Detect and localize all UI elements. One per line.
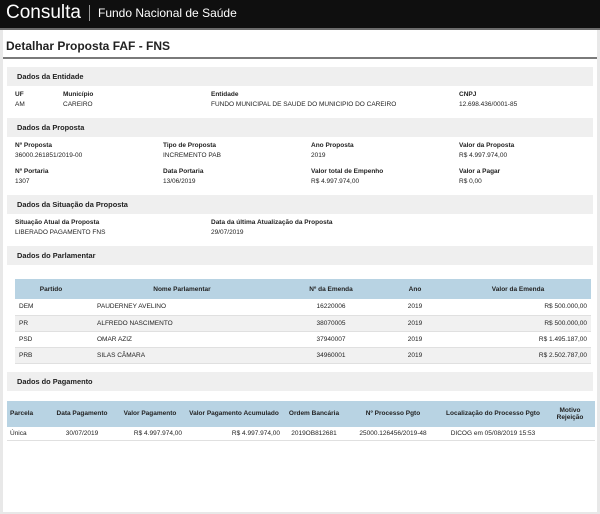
status-section-title: Dados da Situação da Proposta [7, 195, 593, 214]
cell-emenda: 38070005 [277, 315, 385, 332]
payment-table: Parcela Data Pagamento Valor Pagamento V… [7, 400, 595, 441]
field-valor-empenho: Valor total de Empenho R$ 4.997.974,00 [311, 168, 384, 185]
field-valor-a-pagar: Valor a Pagar R$ 0,00 [459, 168, 501, 185]
column-header: Valor da Emenda [445, 279, 591, 299]
status-section: Dados da Situação da Proposta Situação A… [3, 195, 597, 244]
app-brand[interactable]: Consulta [6, 3, 81, 22]
table-row: DEM PAUDERNEY AVELINO 16220006 2019 R$ 5… [15, 299, 591, 316]
proposal-section: Dados da Proposta Nº Proposta 36000.26185… [3, 118, 597, 193]
top-bar: Consulta Fundo Nacional de Saúde [0, 0, 600, 30]
column-header: Nº da Emenda [277, 279, 385, 299]
table-header-row: Parcela Data Pagamento Valor Pagamento V… [7, 400, 595, 427]
cell-ano: 2019 [385, 315, 445, 332]
page-title: Detalhar Proposta FAF - FNS [3, 30, 597, 59]
header-divider [89, 5, 90, 21]
cell-ano: 2019 [385, 347, 445, 364]
cell-nome: PAUDERNEY AVELINO [87, 299, 277, 316]
cell-ano: 2019 [385, 331, 445, 348]
cell-valor: R$ 500.000,00 [445, 315, 591, 332]
field-tipo-proposta: Tipo de Proposta INCREMENTO PAB [163, 142, 221, 159]
column-header: Ano [385, 279, 445, 299]
organization-name: Fundo Nacional de Saúde [98, 6, 237, 20]
cell-data-pagamento: 30/07/2019 [49, 426, 115, 441]
table-row: PSD OMAR AZIZ 37940007 2019 R$ 1.495.187… [15, 331, 591, 348]
cell-ordem-bancaria: 2019OB812681 [283, 426, 345, 441]
parliamentarian-section-title: Dados do Parlamentar [7, 246, 593, 265]
cell-valor-pagamento: R$ 4.997.974,00 [115, 426, 185, 441]
payment-section: Dados do Pagamento Parcela Data Pagament… [3, 371, 597, 441]
column-header: Partido [15, 279, 87, 299]
field-uf: UF AM [15, 91, 25, 108]
parliamentarian-table: Partido Nome Parlamentar Nº da Emenda An… [15, 279, 591, 364]
field-cnpj: CNPJ 12.698.436/0001-85 [459, 91, 518, 108]
cell-emenda: 37940007 [277, 331, 385, 348]
table-row: PRB SILAS CÂMARA 34960001 2019 R$ 2.502.… [15, 347, 591, 364]
cell-localizacao: DICOG em 05/08/2019 15:53 [441, 426, 545, 441]
field-data-atualizacao: Data da última Atualização da Proposta 29… [211, 219, 333, 236]
table-row: PR ALFREDO NASCIMENTO 38070005 2019 R$ 5… [15, 315, 591, 332]
field-numero-portaria: Nº Portaria 1307 [15, 168, 49, 185]
cell-emenda: 16220006 [277, 299, 385, 316]
cell-valor: R$ 1.495.187,00 [445, 331, 591, 348]
field-numero-proposta: Nº Proposta 36000.261851/2019-00 [15, 142, 83, 159]
field-data-portaria: Data Portaria 13/06/2019 [163, 168, 204, 185]
cell-parcela: Única [7, 426, 49, 441]
field-valor-proposta: Valor da Proposta R$ 4.997.974,00 [459, 142, 515, 159]
column-header: Parcela [7, 400, 49, 427]
cell-partido: DEM [15, 299, 87, 316]
cell-partido: PRB [15, 347, 87, 364]
column-header: Nº Processo Pgto [345, 400, 441, 427]
cell-valor-acumulado: R$ 4.997.974,00 [185, 426, 283, 441]
status-fields: Situação Atual da Proposta LIBERADO PAGAM… [3, 214, 597, 244]
cell-emenda: 34960001 [277, 347, 385, 364]
cell-nome: OMAR AZIZ [87, 331, 277, 348]
cell-valor: R$ 2.502.787,00 [445, 347, 591, 364]
table-row: Única 30/07/2019 R$ 4.997.974,00 R$ 4.99… [7, 426, 595, 441]
main-content: Detalhar Proposta FAF - FNS Dados da Ent… [3, 30, 597, 512]
column-header: Ordem Bancária [283, 400, 345, 427]
cell-processo-pgto: 25000.126456/2019-48 [345, 426, 441, 441]
cell-valor: R$ 500.000,00 [445, 299, 591, 316]
entity-section-title: Dados da Entidade [7, 67, 593, 86]
column-header: Localização do Processo Pgto [441, 400, 545, 427]
cell-partido: PSD [15, 331, 87, 348]
table-header-row: Partido Nome Parlamentar Nº da Emenda An… [15, 279, 591, 299]
column-header: Valor Pagamento Acumulado [185, 400, 283, 427]
column-header: Data Pagamento [49, 400, 115, 427]
column-header: Valor Pagamento [115, 400, 185, 427]
column-header: Nome Parlamentar [87, 279, 277, 299]
proposal-fields: Nº Proposta 36000.261851/2019-00 Tipo de … [3, 137, 597, 193]
payment-section-title: Dados do Pagamento [7, 371, 593, 391]
field-municipio: Município CAREIRO [63, 91, 94, 108]
parliamentarian-section: Dados do Parlamentar Partido Nome Parlam… [3, 246, 597, 364]
entity-fields: UF AM Município CAREIRO Entidade FUNDO MUNI… [3, 86, 597, 116]
column-header: Motivo Rejeição [545, 400, 595, 427]
field-ano-proposta: Ano Proposta 2019 [311, 142, 354, 159]
field-entidade: Entidade FUNDO MUNICIPAL DE SAUDE DO MUNI… [211, 91, 397, 108]
cell-nome: SILAS CÂMARA [87, 347, 277, 364]
field-situacao-atual: Situação Atual da Proposta LIBERADO PAGAM… [15, 219, 106, 236]
cell-motivo-rejeicao [545, 426, 595, 441]
cell-nome: ALFREDO NASCIMENTO [87, 315, 277, 332]
cell-partido: PR [15, 315, 87, 332]
cell-ano: 2019 [385, 299, 445, 316]
entity-section: Dados da Entidade UF AM Município CAREIRO … [3, 67, 597, 116]
proposal-section-title: Dados da Proposta [7, 118, 593, 137]
